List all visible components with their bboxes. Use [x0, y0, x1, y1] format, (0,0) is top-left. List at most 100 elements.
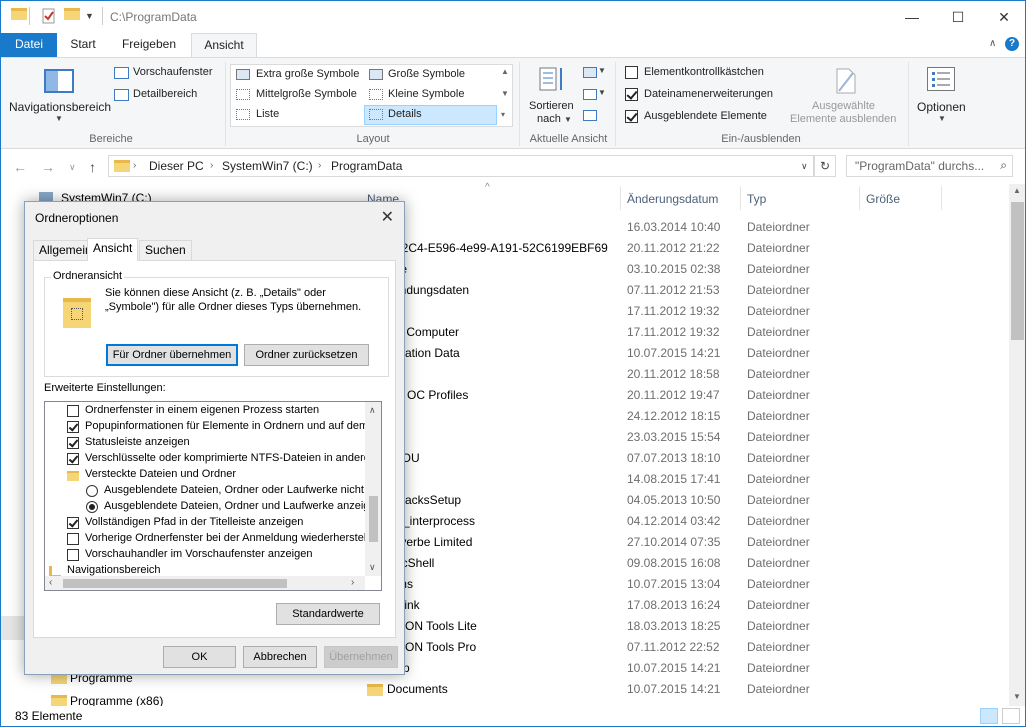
details-view-icon[interactable] — [980, 708, 998, 724]
table-row[interactable]: ra23.03.2015 15:54Dateiordner — [358, 427, 1009, 448]
ok-button[interactable]: OK — [163, 646, 236, 668]
sort-by-button[interactable]: Sortieren — [529, 100, 574, 112]
setting-checkbox[interactable] — [67, 453, 79, 465]
scroll-right-icon[interactable]: › — [351, 577, 354, 588]
table-row[interactable]: Documents 10.07.2015 14:21 Dateiordner — [358, 679, 1009, 700]
table-row[interactable]: nel24.12.2012 18:15Dateiordner — [358, 406, 1009, 427]
scroll-left-icon[interactable]: ‹ — [49, 577, 52, 588]
gallery-up-icon[interactable]: ▲ — [501, 67, 509, 76]
maximize-button[interactable]: ☐ — [935, 1, 981, 33]
breadcrumb-systemwin7[interactable]: SystemWin7 (C:) — [222, 159, 313, 173]
layout-extra-large[interactable]: Extra große Symbole — [256, 68, 359, 80]
tree-item[interactable]: Vorherige Ordnerfenster bei der Anmeldun… — [45, 532, 381, 548]
properties-icon[interactable] — [41, 8, 57, 24]
large-icons-view-icon[interactable] — [1002, 708, 1020, 724]
table-row[interactable]: ix14.08.2015 17:41Dateiordner — [358, 469, 1009, 490]
scrollbar-thumb[interactable] — [1011, 202, 1024, 340]
options-button[interactable]: Optionen — [917, 100, 966, 114]
navigation-pane-icon[interactable] — [44, 69, 74, 93]
column-header-type[interactable]: Typ — [747, 192, 766, 206]
minimize-button[interactable]: — — [889, 1, 935, 33]
close-button[interactable]: ✕ — [981, 1, 1025, 33]
reset-folders-button[interactable]: Ordner zurücksetzen — [244, 344, 369, 366]
details-pane-button[interactable]: Detailbereich — [133, 88, 197, 100]
tree-item[interactable]: Ausgeblendete Dateien, Ordner oder Laufw… — [45, 484, 373, 500]
apply-to-folders-button[interactable]: Für Ordner übernehmen — [106, 344, 238, 366]
chevron-right-icon[interactable]: › — [133, 160, 136, 171]
breadcrumb-programdata[interactable]: ProgramData — [331, 159, 402, 173]
tab-suchen[interactable]: Suchen — [139, 240, 192, 260]
item-checkboxes-label[interactable]: Elementkontrollkästchen — [644, 66, 764, 78]
group-by-icon[interactable] — [583, 67, 597, 78]
table-row[interactable]: E82C4-E596-4e99-A191-52C6199EBF69 20.11.2… — [358, 238, 1009, 259]
forward-arrow-icon[interactable]: → — [41, 159, 55, 175]
setting-radio[interactable] — [86, 501, 98, 513]
table-row[interactable]: ple Computer 17.11.2012 19:32 Dateiordner — [358, 322, 1009, 343]
preview-pane-button[interactable]: Vorschaufenster — [133, 66, 213, 78]
sort-by-button-line2[interactable]: nach — [537, 113, 561, 125]
table-row[interactable]: plication Data 10.07.2015 14:21 Dateiordne… — [358, 343, 1009, 364]
table-row[interactable]: EMON Tools Pro 07.11.2012 22:52 Dateiordne… — [358, 637, 1009, 658]
up-arrow-icon[interactable]: ↑ — [89, 159, 96, 175]
table-row[interactable]: US20.11.2012 18:58Dateiordner — [358, 364, 1009, 385]
dialog-close-icon[interactable]: ✕ — [381, 207, 394, 227]
tab-freigeben[interactable]: Freigeben — [111, 33, 187, 57]
tree-hscroll-thumb[interactable] — [63, 579, 287, 588]
setting-checkbox[interactable] — [67, 437, 79, 449]
breadcrumb-dieser-pc[interactable]: Dieser PC — [149, 159, 204, 173]
tree-hscroll[interactable]: ‹ › — [45, 576, 365, 590]
table-row[interactable]: neverbe Limited 27.10.2014 07:35 Dateiordn… — [358, 532, 1009, 553]
tree-vscroll[interactable]: ∧ ∨ — [365, 402, 381, 576]
help-icon[interactable]: ? — [1005, 37, 1019, 51]
setting-checkbox[interactable] — [67, 421, 79, 433]
hide-selected-button[interactable]: Ausgewählte — [812, 100, 875, 112]
hide-selected-icon[interactable] — [835, 67, 857, 95]
tree-item[interactable]: Vorschauhandler im Vorschaufenster anzei… — [45, 548, 365, 564]
hide-selected-button-line2[interactable]: Elemente ausblenden — [790, 113, 896, 125]
column-header-size[interactable]: Größe — [866, 192, 900, 206]
table-row[interactable]: ple17.11.2012 19:32Dateiordner — [358, 301, 1009, 322]
file-list-scrollbar[interactable]: ▲ ▼ — [1009, 184, 1025, 706]
add-columns-icon[interactable] — [583, 89, 597, 100]
tree-item[interactable]: Ordnerfenster in einem eigenen Prozess s… — [45, 404, 365, 420]
search-input[interactable]: "ProgramData" durchs... ⌕ — [846, 155, 1013, 177]
table-row[interactable]: US OC Profiles 20.11.2012 19:47 Dateiordne… — [358, 385, 1009, 406]
tab-start[interactable]: Start — [59, 33, 107, 57]
tree-item[interactable]: Vollständigen Pfad in der Titelleiste an… — [45, 516, 365, 532]
table-row[interactable]: obe03.10.2015 02:38Dateiordner — [358, 259, 1009, 280]
tree-item[interactable]: Popupinformationen für Elemente in Ordne… — [45, 420, 379, 436]
tab-datei[interactable]: Datei — [1, 33, 57, 57]
table-row[interactable]: ktop10.07.2015 14:21Dateiordner — [358, 658, 1009, 679]
gallery-down-icon[interactable]: ▼ — [501, 89, 509, 98]
address-bar[interactable]: › Dieser PC › SystemWin7 (C:) › ProgramD… — [108, 155, 814, 177]
hidden-items-checkbox[interactable] — [625, 110, 638, 123]
table-row[interactable]: mms10.07.2015 13:04Dateiordner — [358, 574, 1009, 595]
table-row[interactable]: ssicShell 09.08.2015 16:08 Dateiordner — [358, 553, 1009, 574]
hidden-items-label[interactable]: Ausgeblendete Elemente — [644, 110, 767, 122]
table-row[interactable]: erLink17.08.2013 16:24Dateiordner — [358, 595, 1009, 616]
setting-checkbox[interactable] — [67, 517, 79, 529]
layout-small[interactable]: Kleine Symbole — [388, 88, 464, 100]
setting-checkbox[interactable] — [67, 533, 79, 545]
tree-item[interactable]: Versteckte Dateien und Ordner — [45, 468, 365, 484]
restore-defaults-button[interactable]: Standardwerte — [276, 603, 380, 625]
layout-list[interactable]: Liste — [256, 108, 279, 120]
table-row[interactable]: 4YOU07.07.2013 18:10Dateiordner — [358, 448, 1009, 469]
refresh-icon[interactable]: ↻ — [814, 155, 836, 177]
navigation-pane-button[interactable]: Navigationsbereich — [9, 100, 111, 114]
file-extensions-label[interactable]: Dateinamenerweiterungen — [644, 88, 773, 100]
tree-item[interactable]: Ausgeblendete Dateien, Ordner und Laufwe… — [45, 500, 369, 516]
advanced-settings-tree[interactable]: Ordnerfenster in einem eigenen Prozess s… — [44, 401, 382, 591]
table-row[interactable]: EMON Tools Lite 18.03.2013 18:25 Dateiordn… — [358, 616, 1009, 637]
address-dropdown-icon[interactable]: ∨ — [801, 161, 808, 172]
column-header-date[interactable]: Änderungsdatum — [627, 192, 718, 206]
collapse-ribbon-icon[interactable]: ∧ — [989, 38, 996, 49]
table-row[interactable]: 16.03.2014 10:40 Dateiordner — [358, 217, 1009, 238]
layout-medium[interactable]: Mittelgroße Symbole — [256, 88, 357, 100]
options-icon[interactable] — [927, 67, 955, 91]
scroll-down-icon[interactable]: ∨ — [369, 562, 376, 573]
setting-checkbox[interactable] — [67, 405, 79, 417]
table-row[interactable]: est_interprocess 04.12.2014 03:42 Dateiord… — [358, 511, 1009, 532]
recent-locations-icon[interactable]: ∨ — [69, 162, 76, 173]
cancel-button[interactable]: Abbrechen — [243, 646, 317, 668]
